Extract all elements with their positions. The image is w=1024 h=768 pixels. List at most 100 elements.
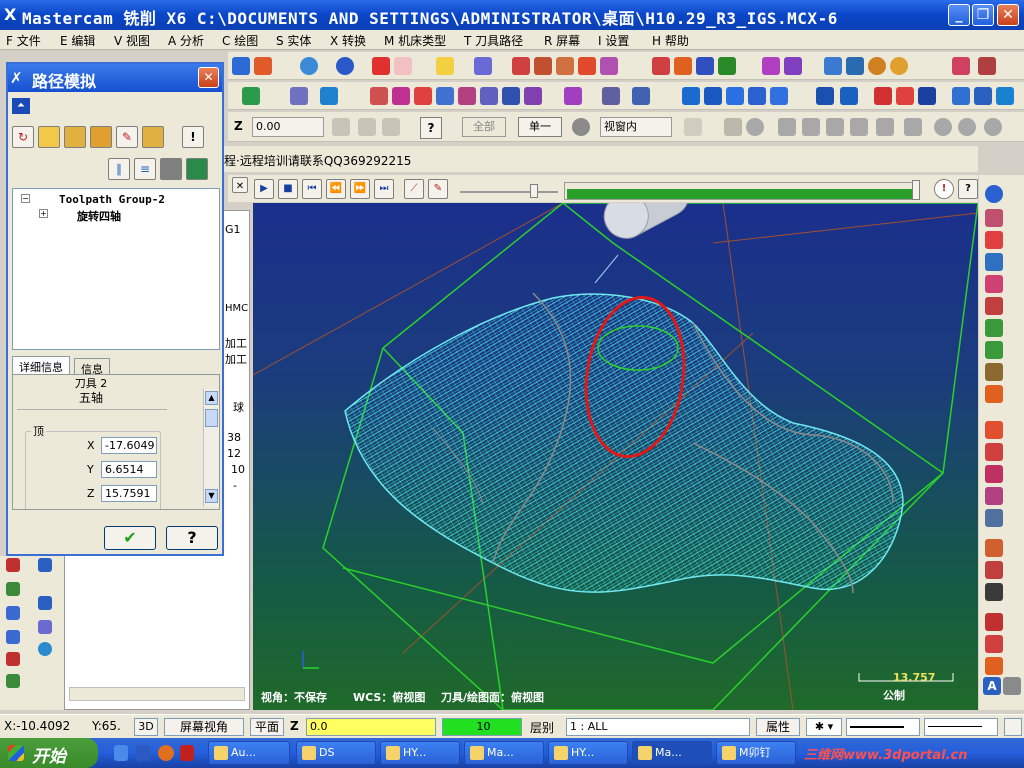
- level-select[interactable]: 1 : ALL: [566, 718, 750, 736]
- menu-edit[interactable]: E 编辑: [60, 32, 95, 49]
- screen-view-button[interactable]: 屏幕视角: [164, 718, 244, 736]
- playbar-help-icon[interactable]: ?: [958, 179, 978, 199]
- hex-4-icon[interactable]: [850, 118, 868, 136]
- menu-solids[interactable]: S 实体: [276, 32, 311, 49]
- quicklaunch-1-icon[interactable]: [114, 745, 128, 761]
- close-button[interactable]: ✕: [997, 4, 1019, 26]
- left-tool-1-icon[interactable]: [6, 558, 20, 572]
- left-tool-4-icon[interactable]: [6, 630, 20, 644]
- menu-draw[interactable]: C 绘图: [222, 32, 258, 49]
- red-solid-icon[interactable]: [874, 87, 892, 105]
- gray-tool-1-icon[interactable]: [332, 118, 350, 136]
- left-tool-3-icon[interactable]: [6, 606, 20, 620]
- progress-thumb[interactable]: [912, 180, 920, 200]
- task-item-5[interactable]: HY...: [548, 741, 628, 765]
- right-tool-14-icon[interactable]: [985, 487, 1003, 505]
- pen-icon[interactable]: ✎: [428, 179, 448, 199]
- right-tool-19-icon[interactable]: [985, 613, 1003, 631]
- plane-button[interactable]: 平面: [250, 718, 284, 736]
- z-depth-select[interactable]: 0.00: [252, 117, 324, 137]
- right-tool-5-icon[interactable]: [985, 275, 1003, 293]
- multiaxis-icon[interactable]: [524, 87, 542, 105]
- record-icon[interactable]: [868, 57, 886, 75]
- array-icon[interactable]: [600, 57, 618, 75]
- sum-icon[interactable]: [696, 57, 714, 75]
- curve-icon[interactable]: [952, 57, 970, 75]
- menu-transform[interactable]: X 转换: [330, 32, 366, 49]
- right-tool-3-icon[interactable]: [985, 231, 1003, 249]
- front-view-icon[interactable]: [816, 87, 834, 105]
- task-item-2[interactable]: DS: [296, 741, 376, 765]
- collapse-icon[interactable]: ⏶: [12, 98, 30, 114]
- close-playbar-icon[interactable]: ✕: [232, 177, 248, 193]
- tree-expand-icon[interactable]: +: [39, 209, 48, 218]
- hex-2-icon[interactable]: [802, 118, 820, 136]
- task-item-4[interactable]: Ma...: [464, 741, 544, 765]
- display-endpoints-icon[interactable]: ✎: [116, 126, 138, 148]
- details-vscrollbar[interactable]: ▲ ▼: [203, 389, 219, 507]
- select-arrow-icon[interactable]: [684, 118, 702, 136]
- contour-icon[interactable]: [392, 87, 410, 105]
- mirror-icon[interactable]: [652, 57, 670, 75]
- break-icon[interactable]: [534, 57, 552, 75]
- right-tool-18-icon[interactable]: [985, 583, 1003, 601]
- stop-condition-icon[interactable]: !: [934, 179, 954, 199]
- right-tool-21-icon[interactable]: [985, 657, 1003, 675]
- pointer-icon[interactable]: [724, 118, 742, 136]
- play-disc-icon[interactable]: [890, 57, 908, 75]
- quicklaunch-2-icon[interactable]: [136, 745, 150, 761]
- step-back-icon[interactable]: ⏪: [326, 179, 346, 199]
- move-icon[interactable]: [232, 57, 250, 75]
- modify-icon[interactable]: [578, 57, 596, 75]
- solid-wire-icon[interactable]: [846, 57, 864, 75]
- ok-button[interactable]: ✔: [104, 526, 156, 550]
- left-tool-9-icon[interactable]: [38, 620, 52, 634]
- help-button[interactable]: ?: [166, 526, 218, 550]
- restore-button[interactable]: ❐: [972, 4, 994, 26]
- dark-cube-icon[interactable]: [918, 87, 936, 105]
- stop-icon[interactable]: ■: [278, 179, 298, 199]
- globe-icon[interactable]: [300, 57, 318, 75]
- right-tool-6-icon[interactable]: [985, 297, 1003, 315]
- tree-group-node[interactable]: Toolpath Group-2: [59, 193, 165, 206]
- no-icon[interactable]: [934, 118, 952, 136]
- play-icon[interactable]: ▶: [254, 179, 274, 199]
- sphere-icon[interactable]: [336, 57, 354, 75]
- speed-slider-track[interactable]: [460, 191, 558, 193]
- select-single-button[interactable]: 单一: [518, 117, 562, 137]
- line-style-select[interactable]: [846, 718, 920, 736]
- right-tool-17-icon[interactable]: [985, 561, 1003, 579]
- task-item-6[interactable]: Ma...: [632, 741, 712, 765]
- copy-icon[interactable]: [762, 57, 780, 75]
- menu-file[interactable]: F 文件: [6, 32, 41, 49]
- join-icon[interactable]: [556, 57, 574, 75]
- menu-analysis[interactable]: A 分析: [168, 32, 204, 49]
- iso-view-icon[interactable]: [840, 87, 858, 105]
- attributes-button[interactable]: 属性: [756, 718, 800, 736]
- right-tool-15-icon[interactable]: [985, 509, 1003, 527]
- left-tool-2-icon[interactable]: [6, 582, 20, 596]
- drill-icon[interactable]: [436, 87, 454, 105]
- backplot-icon[interactable]: [704, 87, 722, 105]
- firefox-icon[interactable]: [158, 745, 174, 761]
- help-gray-icon[interactable]: [984, 118, 1002, 136]
- quick-verify-icon[interactable]: [142, 126, 164, 148]
- nc-icon[interactable]: [602, 87, 620, 105]
- gray-tool-2-icon[interactable]: [358, 118, 376, 136]
- select-all-button[interactable]: 全部: [462, 117, 506, 137]
- axis-icon[interactable]: [320, 87, 338, 105]
- rotate-icon[interactable]: [726, 87, 744, 105]
- check-gray-icon[interactable]: [904, 118, 922, 136]
- display-tool-icon[interactable]: [38, 126, 60, 148]
- shade-icon[interactable]: [254, 57, 272, 75]
- graphics-viewport[interactable]: 视角：不保存 WCS：俯视图 刀具/绘图面：俯视图 13.757 公制: [253, 203, 978, 710]
- status-overflow-button[interactable]: [1004, 718, 1022, 736]
- post-icon[interactable]: [632, 87, 650, 105]
- options-exclaim-icon[interactable]: !: [182, 126, 204, 148]
- scale-icon[interactable]: [718, 57, 736, 75]
- left-tool-7-icon[interactable]: [38, 558, 52, 572]
- spline-icon[interactable]: [978, 57, 996, 75]
- level-label[interactable]: 层别: [530, 719, 554, 736]
- point-style-select[interactable]: ✱ ▾: [806, 718, 842, 736]
- paste-icon[interactable]: [784, 57, 802, 75]
